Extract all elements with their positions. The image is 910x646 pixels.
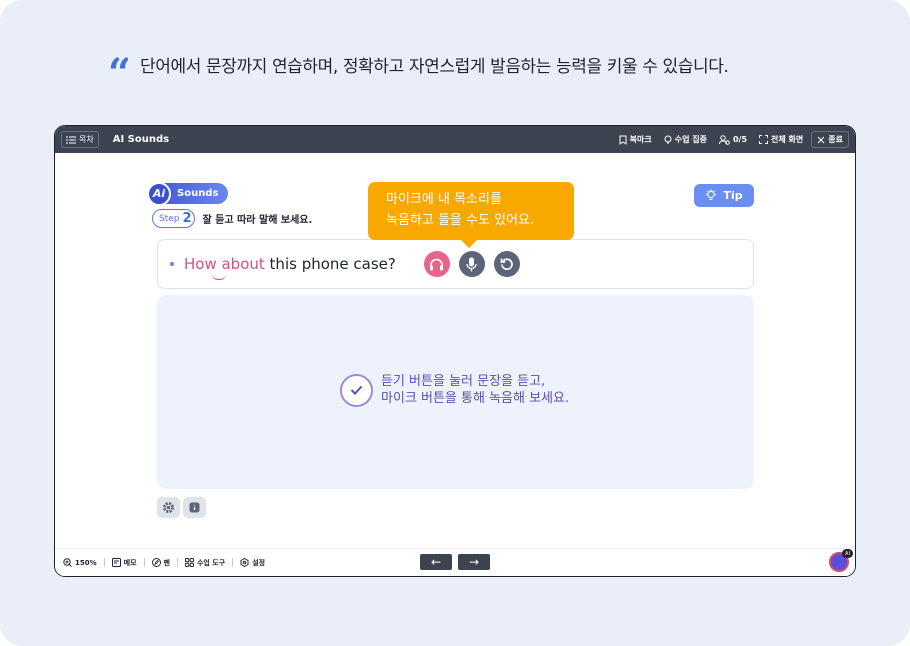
tooltip-line-1: 마이크에 내 목소리를 — [386, 192, 502, 207]
focus-button[interactable]: 수업 집중 — [664, 134, 707, 145]
step-indicator: Step 2 잘 듣고 따라 말해 보세요. — [152, 209, 312, 228]
caption-text: 단어에서 문장까지 연습하며, 정확하고 자연스럽게 발음하는 능력을 키울 수… — [140, 56, 729, 77]
step-instruction: 잘 듣고 따라 말해 보세요. — [202, 215, 313, 226]
step-pill: Step 2 — [152, 209, 195, 228]
fullscreen-icon — [759, 135, 769, 144]
replay-button[interactable] — [493, 251, 520, 277]
top-bar: 목차 AI Sounds 북마크 수업 집중 0/5 전체 화면 종료 — [55, 126, 855, 153]
badge-label: Sounds — [177, 188, 219, 199]
tooltip-line-2: 녹음하고 들을 수도 있어요. — [386, 213, 535, 228]
check-icon — [340, 373, 373, 407]
pen-label: 펜 — [163, 558, 170, 567]
ai-sounds-badge: Ai Sounds — [147, 181, 228, 206]
bulb-icon — [664, 135, 672, 143]
divider — [143, 558, 145, 567]
bottom-bar: 150% 메모 펜 수업 도구 설정 ← → AI — [55, 548, 855, 576]
ai-logo-icon: Ai — [147, 181, 171, 206]
toc-label: 목차 — [79, 135, 94, 144]
linking-mark — [212, 274, 226, 280]
lesson-content: Ai Sounds Step 2 잘 듣고 따라 말해 보세요. Tip How… — [55, 153, 855, 548]
settings-label: 설정 — [252, 558, 266, 567]
fullscreen-button[interactable]: 전체 화면 — [759, 134, 803, 145]
tip-label: Tip — [723, 189, 743, 202]
ai-assistant-button[interactable]: AI — [829, 549, 853, 572]
prev-page-button[interactable]: ← — [420, 554, 452, 570]
class-tools-label: 수업 도구 — [196, 558, 226, 567]
pen-icon — [151, 558, 161, 567]
memo-button[interactable]: 메모 — [111, 558, 137, 568]
memo-label: 메모 — [123, 558, 137, 567]
background-card: “ 단어에서 문장까지 연습하며, 정확하고 자연스럽게 발음하는 능력을 키울… — [0, 0, 910, 646]
hint-line-1: 듣기 버튼을 눌러 문장을 듣고, — [381, 374, 546, 389]
bookmark-button[interactable]: 북마크 — [619, 134, 652, 145]
info-tool-button[interactable] — [183, 497, 206, 518]
settings-button[interactable]: 설정 — [240, 558, 265, 568]
mic-icon — [466, 257, 477, 271]
caption: “ 단어에서 문장까지 연습하며, 정확하고 자연스럽게 발음하는 능력을 키울… — [108, 52, 729, 78]
recording-hint: 듣기 버튼을 눌러 문장을 듣고, 마이크 버튼을 통해 녹음해 보세요. — [340, 373, 569, 407]
headphones-icon — [430, 258, 444, 270]
next-page-button[interactable]: → — [458, 554, 490, 570]
zoom-icon — [63, 558, 72, 567]
close-button[interactable]: 종료 — [811, 131, 849, 148]
hint-line-2: 마이크 버튼을 통해 녹음해 보세요. — [381, 391, 570, 406]
quote-mark-icon: “ — [108, 54, 129, 78]
divider — [176, 558, 178, 567]
info-icon — [189, 502, 200, 513]
zoom-level: 150% — [75, 558, 97, 567]
recording-hint-text: 듣기 버튼을 눌러 문장을 듣고, 마이크 버튼을 통해 녹음해 보세요. — [381, 373, 569, 407]
record-button[interactable] — [458, 251, 485, 277]
toc-button[interactable]: 목차 — [61, 131, 99, 148]
users-count: 0/5 — [732, 135, 748, 144]
sentence-text: How about this phone case? — [184, 255, 396, 280]
memo-icon — [111, 558, 121, 567]
focus-label: 수업 집중 — [674, 135, 707, 144]
users-counter[interactable]: 0/5 — [718, 134, 748, 145]
sentence-rest: this phone case? — [264, 255, 396, 273]
gear-icon — [163, 502, 174, 513]
divider — [103, 558, 105, 567]
ai-badge: AI — [842, 549, 853, 558]
step-number: 2 — [182, 211, 192, 226]
listen-button[interactable] — [423, 251, 450, 277]
zoom-button[interactable]: 150% — [63, 558, 97, 567]
app-window: 목차 AI Sounds 북마크 수업 집중 0/5 전체 화면 종료 Ai S… — [54, 125, 856, 577]
step-label: Step — [159, 213, 180, 224]
pen-button[interactable]: 펜 — [151, 558, 170, 568]
class-tools-button[interactable]: 수업 도구 — [184, 558, 226, 568]
app-title: AI Sounds — [112, 134, 170, 145]
fullscreen-label: 전체 화면 — [771, 135, 804, 144]
settings-tool-button[interactable] — [157, 497, 180, 518]
settings-icon — [240, 558, 249, 567]
bulb-icon — [706, 189, 717, 201]
sentence-card: How about this phone case? — [157, 239, 754, 289]
bookmark-icon — [619, 135, 627, 145]
tip-button[interactable]: Tip — [694, 184, 754, 207]
mic-tooltip: 마이크에 내 목소리를 녹음하고 들을 수도 있어요. — [368, 182, 574, 248]
sentence-highlight: How about — [184, 255, 265, 273]
recording-area: 듣기 버튼을 눌러 문장을 듣고, 마이크 버튼을 통해 녹음해 보세요. — [157, 295, 754, 489]
bookmark-label: 북마크 — [629, 135, 652, 144]
reset-icon — [500, 258, 513, 271]
users-icon — [718, 134, 730, 145]
close-icon — [817, 136, 825, 143]
list-icon — [66, 136, 76, 143]
bullet — [170, 262, 174, 266]
divider — [232, 558, 234, 567]
close-label: 종료 — [828, 135, 843, 144]
tools-icon — [184, 558, 194, 567]
